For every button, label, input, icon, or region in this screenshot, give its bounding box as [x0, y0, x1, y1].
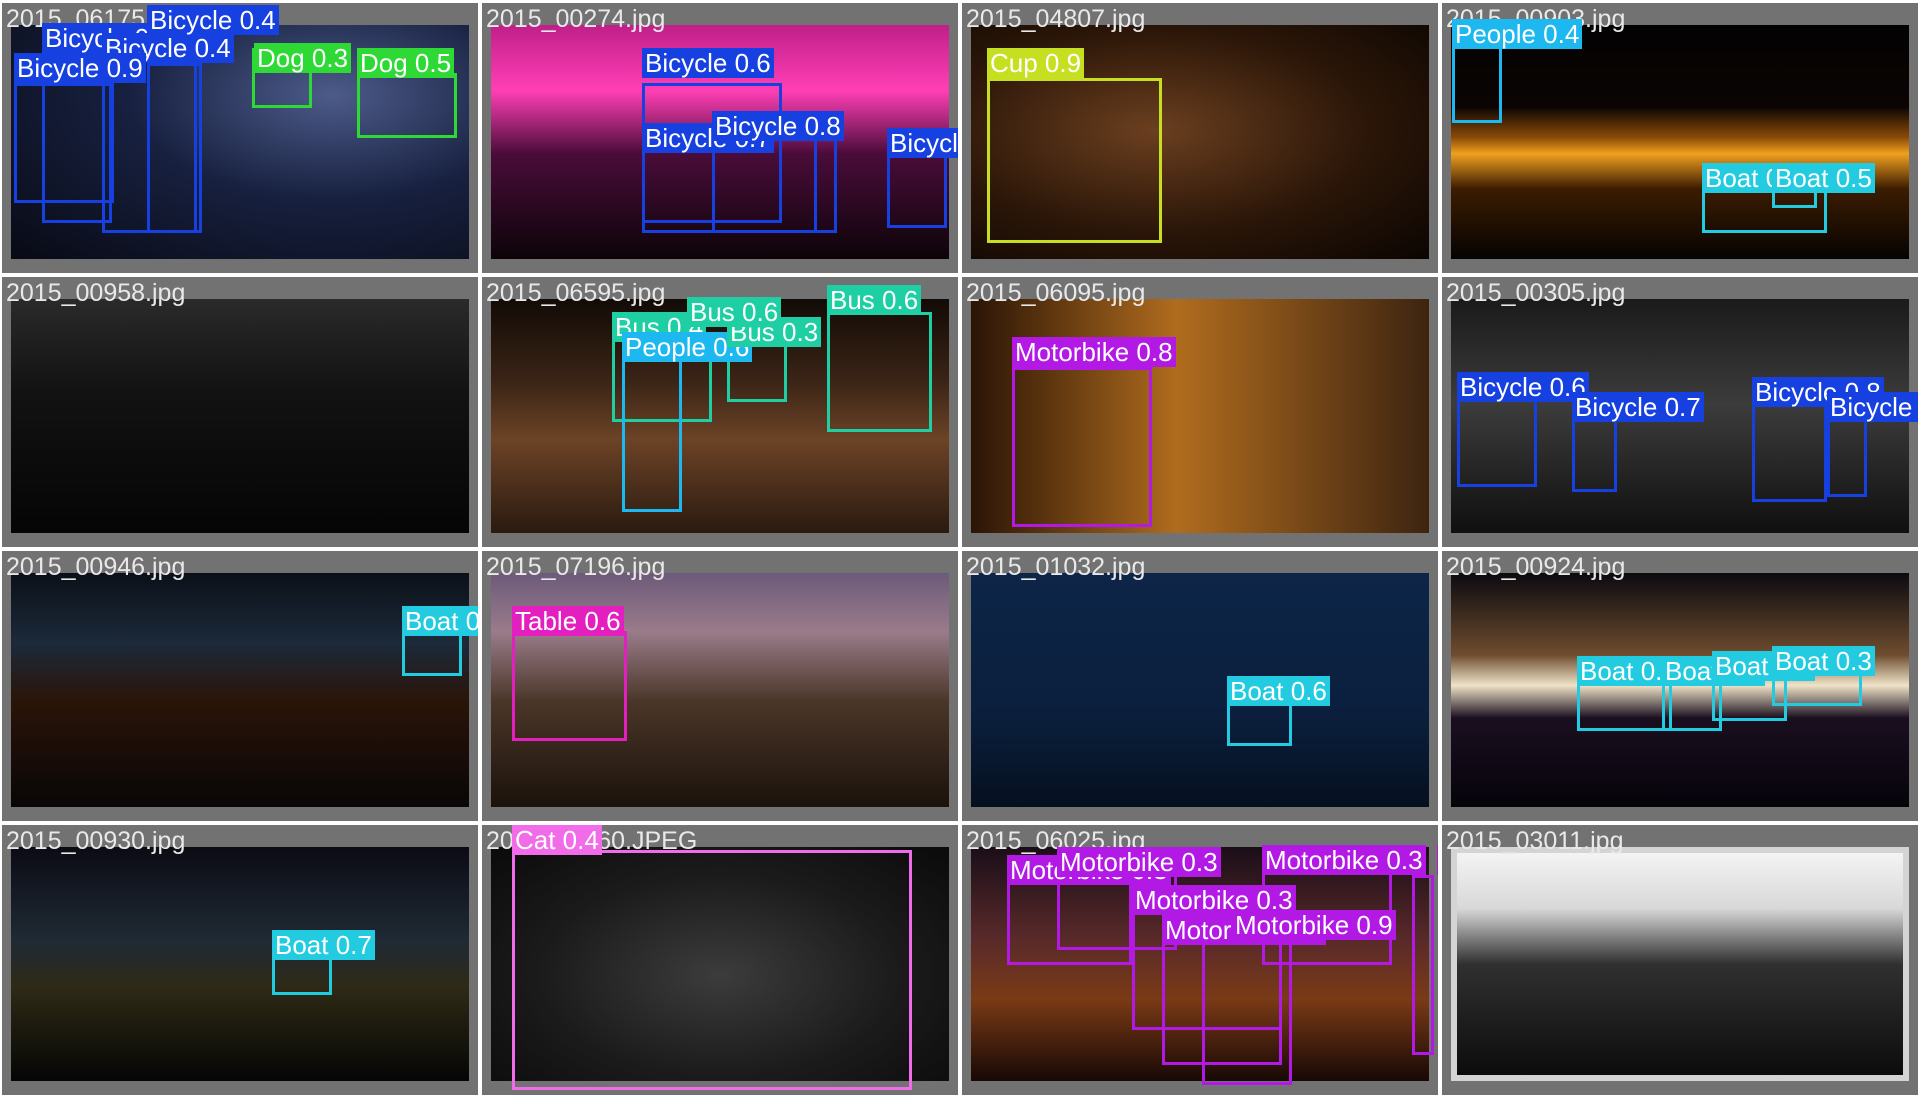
- detection-label: Bicycle 0.6: [887, 128, 958, 158]
- detection-label: Boat 0.5: [1772, 163, 1875, 193]
- bbox-bicycle: [1752, 402, 1827, 502]
- detection-label: Bicycle 0.9: [14, 53, 146, 83]
- mosaic-tile: 2015_07196.jpg Table 0.6: [482, 551, 958, 821]
- mosaic-tile: 2015_03011.jpg: [1442, 825, 1918, 1095]
- bbox-boat: [272, 955, 332, 995]
- filename-label: 2015_06595.jpg: [486, 279, 666, 307]
- detection-label: Bicycle 0.6: [1827, 392, 1918, 422]
- bbox-bicycle: [1572, 417, 1617, 492]
- filename-label: 2015_00274.jpg: [486, 5, 666, 33]
- mosaic-tile: 2015_06360.JPEGCat 0.4: [482, 825, 958, 1095]
- photo-harbor: [11, 573, 469, 807]
- bbox-bicycle: [887, 153, 947, 228]
- bbox-motorbike: [1412, 875, 1434, 1055]
- bbox-people: [622, 352, 682, 512]
- detection-label: Cat 0.4: [512, 825, 602, 855]
- detection-label: Bus 0.6: [827, 285, 922, 315]
- filename-label: 2015_01032.jpg: [966, 553, 1146, 581]
- bbox-boat: [402, 631, 462, 676]
- filename-label: 2015_06095.jpg: [966, 279, 1146, 307]
- mosaic-tile: 2015_06595.jpg Bus 0.6 Bus 0.4 People 0.6 Bu…: [482, 277, 958, 547]
- bbox-bicycle: [147, 63, 202, 233]
- bbox-table: [512, 631, 627, 741]
- detection-label: Boat 0.3: [1772, 646, 1875, 676]
- photo-night: [11, 847, 469, 1081]
- filename-label: 2015_00946.jpg: [6, 553, 186, 581]
- detection-label: Motorbike 0.5: [1437, 845, 1438, 875]
- detection-label: Dog 0.5: [357, 48, 455, 78]
- bbox-people: [1452, 43, 1502, 123]
- mosaic-tile: 2015_06095.jpg Motorbike 0.8: [962, 277, 1438, 547]
- detection-label: Bicycle 0.6: [1457, 372, 1589, 402]
- bbox-bicycle: [14, 83, 114, 203]
- filename-label: 2015_03011.jpg: [1446, 827, 1624, 855]
- mosaic-tile: 2015_00274.jpg Bicycle 0.6 Bicycle 0.7 Bicy…: [482, 3, 958, 273]
- mosaic-tile: 2015_00305.jpg Bicycle 0.6 Bicycle 0.7 Bicy…: [1442, 277, 1918, 547]
- bbox-dog: [357, 73, 457, 138]
- detection-label: People 0.4: [1452, 19, 1583, 49]
- mosaic-tile: 2015_06175.jpgBicycle 0.4Bicycle 0.4Bicy…: [2, 3, 478, 273]
- mosaic-tile: 2015_00958.jpg: [2, 277, 478, 547]
- mosaic-tile: 2015_06025.jpg Motorbike 0.3 Motorbike 0.3…: [962, 825, 1438, 1095]
- bbox-bicycle: [1457, 397, 1537, 487]
- bbox-cat: [512, 850, 912, 1090]
- bbox-motorbike: [1012, 367, 1152, 527]
- bbox-bus: [827, 312, 932, 432]
- detection-label: Motorbike 0.8: [1012, 337, 1176, 367]
- photo-river1: [1451, 25, 1909, 259]
- filename-label: 2015_00930.jpg: [6, 827, 186, 855]
- detection-label: Table 0.6: [512, 606, 624, 636]
- detection-label: Bicycle 0.7: [1572, 392, 1704, 422]
- photo-arches: [11, 299, 469, 533]
- bbox-boat: [1227, 701, 1292, 746]
- bbox-cup: [987, 78, 1162, 243]
- filename-label: 2015_00305.jpg: [1446, 279, 1626, 307]
- mosaic-tile: 2015_00903.jpgPeople 0.4Boat 0.5Boat 0.5: [1442, 3, 1918, 273]
- filename-label: 2015_00924.jpg: [1446, 553, 1626, 581]
- detection-label: Bicycle 0.4: [147, 5, 279, 35]
- detection-label: Boat 0.6: [1227, 676, 1330, 706]
- mosaic-tile: 2015_00946.jpg Boat 0.6: [2, 551, 478, 821]
- bbox-bicycle: [1827, 417, 1867, 497]
- bbox-motorbike: [1202, 935, 1292, 1085]
- mosaic-tile: 2015_01032.jpg Boat 0.6: [962, 551, 1438, 821]
- bbox-boat: [1577, 681, 1672, 731]
- filename-label: 2015_00958.jpg: [6, 279, 186, 307]
- mosaic-tile: 2015_04807.jpg Cup 0.9: [962, 3, 1438, 273]
- detection-label: Cup 0.9: [987, 48, 1085, 78]
- detection-label: Motorbike 0.3: [1057, 847, 1221, 877]
- mosaic-tile: 2015_00930.jpg Boat 0.7: [2, 825, 478, 1095]
- detection-label: Bus 0.6: [687, 297, 782, 327]
- photo-window: [1451, 847, 1909, 1081]
- filename-label: 2015_04807.jpg: [966, 5, 1146, 33]
- detection-label: Bicycle 0.8: [712, 111, 844, 141]
- detection-label: Boat 0.6: [402, 606, 478, 636]
- detection-label: Motorbike 0.9: [1232, 910, 1396, 940]
- photo-fireworks: [971, 573, 1429, 807]
- detection-label: Dog 0.3: [254, 43, 352, 73]
- filename-label: 2015_07196.jpg: [486, 553, 666, 581]
- detection-label: Motorbike 0.3: [1262, 845, 1426, 875]
- mosaic-tile: 2015_00924.jpgBoat 0.3Boat 0.4Boat 0.3Bo…: [1442, 551, 1918, 821]
- detection-label: Boat 0.7: [272, 930, 375, 960]
- detection-label: Bicycle 0.6: [642, 48, 774, 78]
- detection-mosaic: 2015_06175.jpgBicycle 0.4Bicycle 0.4Bicy…: [0, 0, 1920, 1100]
